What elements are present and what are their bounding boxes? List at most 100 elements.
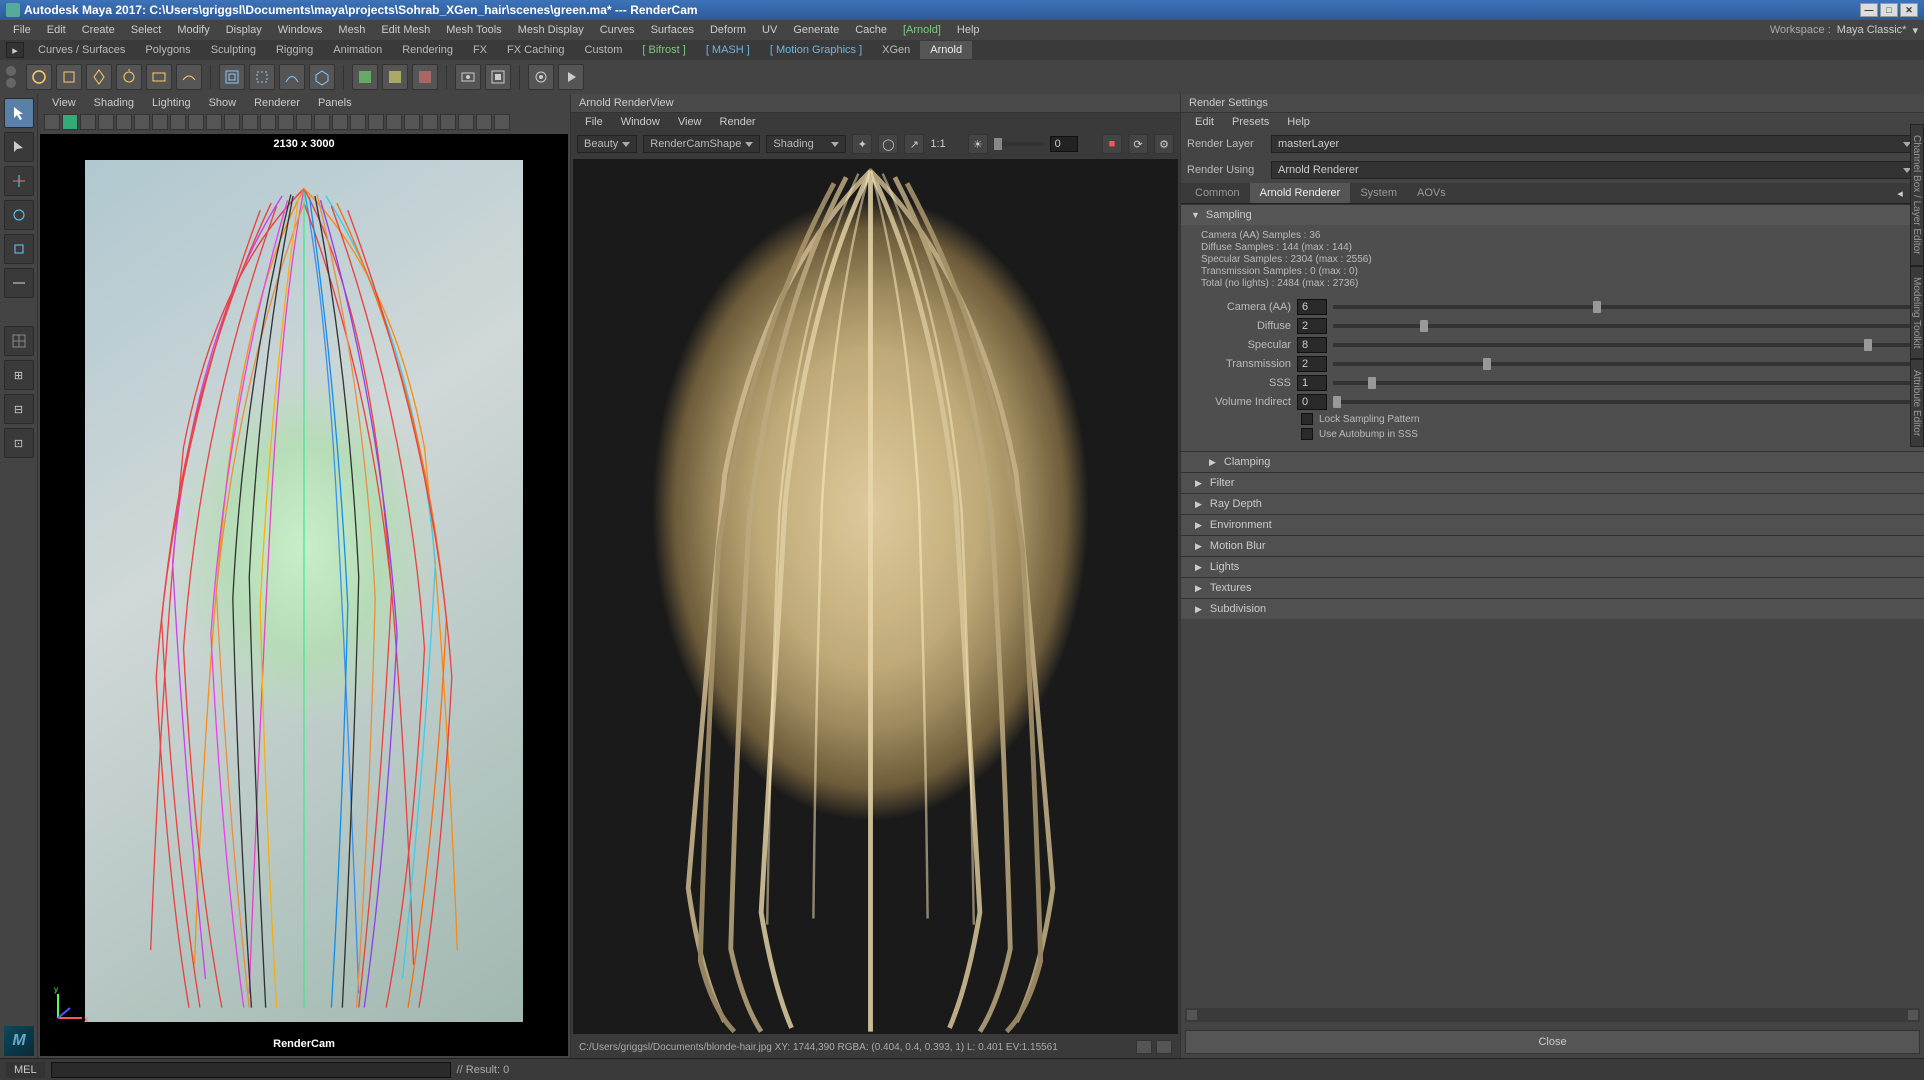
vp-tool-icon[interactable] xyxy=(80,114,96,130)
shelf-tab-xgen[interactable]: XGen xyxy=(872,41,920,59)
shelf-tab-fxcaching[interactable]: FX Caching xyxy=(497,41,574,59)
vp-tool-icon[interactable] xyxy=(494,114,510,130)
lock-sampling-checkbox[interactable] xyxy=(1301,413,1313,425)
param-input[interactable] xyxy=(1297,337,1327,353)
shelf-toggle-button[interactable]: ▸ xyxy=(6,42,24,58)
menu-windows[interactable]: Windows xyxy=(271,22,330,38)
vp-menu-show[interactable]: Show xyxy=(201,96,245,110)
shelf-tab-rigging[interactable]: Rigging xyxy=(266,41,323,59)
section-clamping[interactable]: ▶Clamping xyxy=(1181,451,1924,472)
param-slider[interactable] xyxy=(1333,362,1910,366)
rv-menu-view[interactable]: View xyxy=(670,115,710,129)
rotate-tool[interactable] xyxy=(4,200,34,230)
section-environment[interactable]: ▶Environment xyxy=(1181,514,1924,535)
tab-scroll-left[interactable]: ◂ xyxy=(1892,184,1908,202)
snap-plane-icon[interactable]: ⊡ xyxy=(4,428,34,458)
vp-tool-icon[interactable] xyxy=(260,114,276,130)
last-tool[interactable] xyxy=(4,268,34,298)
vp-menu-view[interactable]: View xyxy=(44,96,84,110)
menu-file[interactable]: File xyxy=(6,22,38,38)
area-light-icon[interactable] xyxy=(56,64,82,90)
param-input[interactable] xyxy=(1297,375,1327,391)
section-textures[interactable]: ▶Textures xyxy=(1181,577,1924,598)
workspace-dropdown-icon[interactable]: ▾ xyxy=(1912,24,1918,37)
vp-tool-icon[interactable] xyxy=(170,114,186,130)
shading-dropdown[interactable]: Shading xyxy=(766,135,846,153)
vp-tool-icon[interactable] xyxy=(188,114,204,130)
lasso-tool[interactable] xyxy=(4,132,34,162)
autobump-checkbox[interactable] xyxy=(1301,428,1313,440)
param-slider[interactable] xyxy=(1333,400,1910,404)
param-slider[interactable] xyxy=(1333,343,1910,347)
tab-common[interactable]: Common xyxy=(1185,183,1250,203)
shelf-tab-rendering[interactable]: Rendering xyxy=(392,41,463,59)
shelf-tab-sculpting[interactable]: Sculpting xyxy=(201,41,266,59)
viewport-canvas[interactable]: 2130 x 3000 xyxy=(40,134,568,1056)
vp-tool-icon[interactable] xyxy=(242,114,258,130)
param-input[interactable] xyxy=(1297,299,1327,315)
section-filter[interactable]: ▶Filter xyxy=(1181,472,1924,493)
vp-tool-icon[interactable] xyxy=(314,114,330,130)
shelf-menu-icon[interactable] xyxy=(6,66,16,76)
scale-ratio[interactable]: 1:1 xyxy=(930,138,945,150)
vp-tool-icon[interactable] xyxy=(44,114,60,130)
param-slider[interactable] xyxy=(1333,305,1910,309)
camera-dropdown[interactable]: RenderCamShape xyxy=(643,135,760,153)
vp-menu-lighting[interactable]: Lighting xyxy=(144,96,199,110)
vp-menu-renderer[interactable]: Renderer xyxy=(246,96,308,110)
render-layer-dropdown[interactable]: masterLayer xyxy=(1271,135,1918,153)
stop-render-icon[interactable]: ■ xyxy=(1102,134,1122,154)
render-view-icon[interactable] xyxy=(528,64,554,90)
physical-sky-icon[interactable] xyxy=(176,64,202,90)
vp-tool-icon[interactable] xyxy=(116,114,132,130)
photometric-light-icon[interactable] xyxy=(116,64,142,90)
cmd-language-label[interactable]: MEL xyxy=(6,1062,45,1078)
mesh-light-icon[interactable] xyxy=(86,64,112,90)
refresh-icon[interactable]: ⟳ xyxy=(1128,134,1148,154)
param-input[interactable] xyxy=(1297,356,1327,372)
scale-tool[interactable] xyxy=(4,234,34,264)
section-subdivision[interactable]: ▶Subdivision xyxy=(1181,598,1924,619)
workspace-value[interactable]: Maya Classic* xyxy=(1837,24,1907,36)
render-icon[interactable] xyxy=(455,64,481,90)
vp-tool-icon[interactable] xyxy=(98,114,114,130)
minimize-button[interactable]: — xyxy=(1860,3,1878,17)
skydome-light-icon[interactable] xyxy=(26,64,52,90)
settings-menu-presets[interactable]: Presets xyxy=(1224,115,1277,129)
shelf-tab-fx[interactable]: FX xyxy=(463,41,497,59)
flush-cache-icon[interactable] xyxy=(309,64,335,90)
vp-tool-icon[interactable] xyxy=(332,114,348,130)
exposure-input[interactable] xyxy=(1050,136,1078,152)
sidebar-tab-modeling[interactable]: Modeling Toolkit xyxy=(1910,266,1924,360)
close-window-button[interactable]: ✕ xyxy=(1900,3,1918,17)
crop-icon[interactable]: ◯ xyxy=(878,134,898,154)
command-input[interactable] xyxy=(51,1062,451,1078)
menu-uv[interactable]: UV xyxy=(755,22,784,38)
vp-tool-icon[interactable] xyxy=(440,114,456,130)
close-button[interactable]: Close xyxy=(1185,1030,1920,1054)
create-shader-icon[interactable] xyxy=(352,64,378,90)
volume-icon[interactable] xyxy=(249,64,275,90)
vp-tool-icon[interactable] xyxy=(404,114,420,130)
vp-tool-icon[interactable] xyxy=(422,114,438,130)
rv-menu-window[interactable]: Window xyxy=(613,115,668,129)
vp-tool-icon[interactable] xyxy=(206,114,222,130)
menu-display[interactable]: Display xyxy=(219,22,269,38)
section-ray-depth[interactable]: ▶Ray Depth xyxy=(1181,493,1924,514)
render-using-dropdown[interactable]: Arnold Renderer xyxy=(1271,161,1918,179)
crosshair-icon[interactable]: ✦ xyxy=(852,134,872,154)
vp-menu-shading[interactable]: Shading xyxy=(86,96,142,110)
menu-surfaces[interactable]: Surfaces xyxy=(644,22,701,38)
maximize-button[interactable]: □ xyxy=(1880,3,1898,17)
menu-curves[interactable]: Curves xyxy=(593,22,642,38)
vp-tool-icon[interactable] xyxy=(476,114,492,130)
snap-grid-icon[interactable] xyxy=(4,326,34,356)
vp-tool-icon[interactable] xyxy=(350,114,366,130)
snap-curve-icon[interactable]: ⊞ xyxy=(4,360,34,390)
vp-tool-icon[interactable] xyxy=(296,114,312,130)
shelf-tab-curves[interactable]: Curves / Surfaces xyxy=(28,41,135,59)
sidebar-tab-attribute[interactable]: Attribute Editor xyxy=(1910,359,1924,447)
standin-icon[interactable] xyxy=(219,64,245,90)
snapshot-icon[interactable] xyxy=(1136,1040,1152,1054)
shelf-tab-polygons[interactable]: Polygons xyxy=(135,41,200,59)
